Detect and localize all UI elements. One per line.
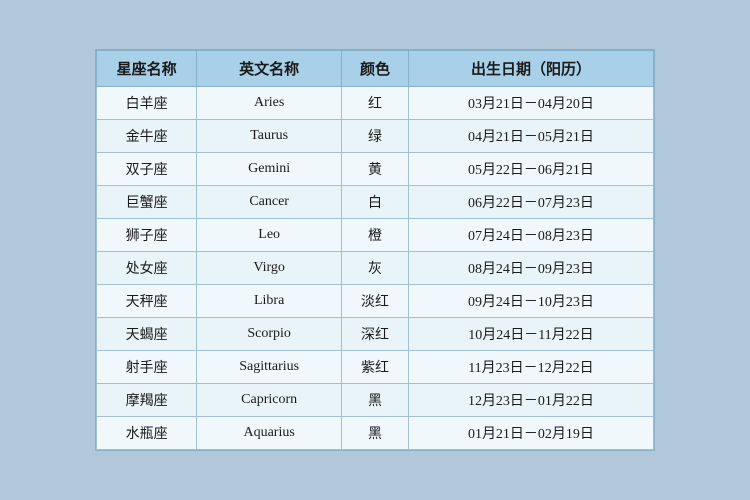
- cell-color: 黄: [342, 153, 409, 186]
- cell-chinese: 天秤座: [97, 285, 197, 318]
- table-row: 摩羯座Capricorn黑12月23日－01月22日: [97, 384, 654, 417]
- cell-date: 05月22日－06月21日: [408, 153, 653, 186]
- cell-chinese: 金牛座: [97, 120, 197, 153]
- cell-chinese: 射手座: [97, 351, 197, 384]
- table-row: 天蝎座Scorpio深红10月24日－11月22日: [97, 318, 654, 351]
- table-row: 射手座Sagittarius紫红11月23日－12月22日: [97, 351, 654, 384]
- zodiac-table: 星座名称 英文名称 颜色 出生日期（阳历） 白羊座Aries红03月21日－04…: [96, 50, 654, 450]
- cell-date: 09月24日－10月23日: [408, 285, 653, 318]
- table-row: 白羊座Aries红03月21日－04月20日: [97, 87, 654, 120]
- header-chinese: 星座名称: [97, 51, 197, 87]
- cell-color: 红: [342, 87, 409, 120]
- cell-chinese: 水瓶座: [97, 417, 197, 450]
- cell-chinese: 巨蟹座: [97, 186, 197, 219]
- cell-english: Sagittarius: [197, 351, 342, 384]
- table-row: 巨蟹座Cancer白06月22日－07月23日: [97, 186, 654, 219]
- cell-color: 白: [342, 186, 409, 219]
- cell-english: Leo: [197, 219, 342, 252]
- cell-date: 07月24日－08月23日: [408, 219, 653, 252]
- cell-english: Libra: [197, 285, 342, 318]
- table-row: 双子座Gemini黄05月22日－06月21日: [97, 153, 654, 186]
- cell-chinese: 摩羯座: [97, 384, 197, 417]
- cell-english: Taurus: [197, 120, 342, 153]
- cell-chinese: 双子座: [97, 153, 197, 186]
- cell-english: Gemini: [197, 153, 342, 186]
- table-header-row: 星座名称 英文名称 颜色 出生日期（阳历）: [97, 51, 654, 87]
- cell-color: 绿: [342, 120, 409, 153]
- cell-english: Aquarius: [197, 417, 342, 450]
- header-date: 出生日期（阳历）: [408, 51, 653, 87]
- table-row: 天秤座Libra淡红09月24日－10月23日: [97, 285, 654, 318]
- cell-english: Virgo: [197, 252, 342, 285]
- table-row: 金牛座Taurus绿04月21日－05月21日: [97, 120, 654, 153]
- cell-date: 04月21日－05月21日: [408, 120, 653, 153]
- cell-color: 橙: [342, 219, 409, 252]
- cell-date: 03月21日－04月20日: [408, 87, 653, 120]
- header-color: 颜色: [342, 51, 409, 87]
- cell-english: Scorpio: [197, 318, 342, 351]
- cell-color: 黑: [342, 384, 409, 417]
- cell-chinese: 处女座: [97, 252, 197, 285]
- zodiac-table-container: 星座名称 英文名称 颜色 出生日期（阳历） 白羊座Aries红03月21日－04…: [95, 49, 655, 451]
- cell-date: 06月22日－07月23日: [408, 186, 653, 219]
- cell-chinese: 狮子座: [97, 219, 197, 252]
- table-row: 狮子座Leo橙07月24日－08月23日: [97, 219, 654, 252]
- cell-color: 紫红: [342, 351, 409, 384]
- cell-english: Cancer: [197, 186, 342, 219]
- cell-color: 灰: [342, 252, 409, 285]
- cell-chinese: 白羊座: [97, 87, 197, 120]
- cell-english: Aries: [197, 87, 342, 120]
- cell-color: 深红: [342, 318, 409, 351]
- cell-color: 淡红: [342, 285, 409, 318]
- table-row: 处女座Virgo灰08月24日－09月23日: [97, 252, 654, 285]
- cell-date: 12月23日－01月22日: [408, 384, 653, 417]
- table-row: 水瓶座Aquarius黑01月21日－02月19日: [97, 417, 654, 450]
- cell-color: 黑: [342, 417, 409, 450]
- cell-date: 10月24日－11月22日: [408, 318, 653, 351]
- cell-chinese: 天蝎座: [97, 318, 197, 351]
- header-english: 英文名称: [197, 51, 342, 87]
- cell-date: 11月23日－12月22日: [408, 351, 653, 384]
- cell-english: Capricorn: [197, 384, 342, 417]
- cell-date: 08月24日－09月23日: [408, 252, 653, 285]
- cell-date: 01月21日－02月19日: [408, 417, 653, 450]
